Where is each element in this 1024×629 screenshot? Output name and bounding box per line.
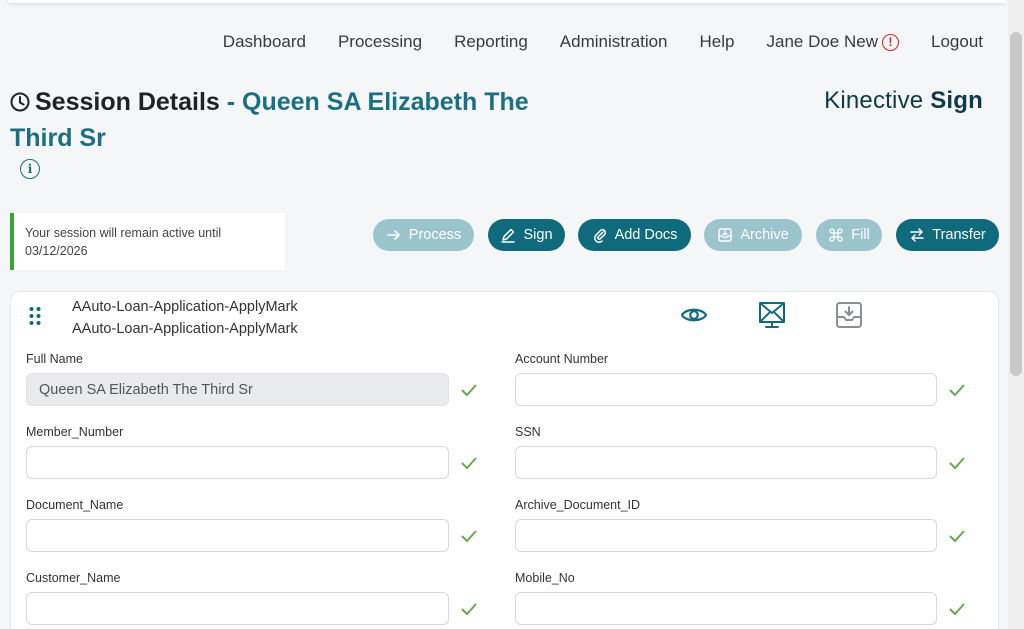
transfer-label: Transfer: [932, 227, 986, 243]
alert-icon: !: [882, 33, 899, 51]
drag-handle-icon[interactable]: [28, 306, 42, 326]
fill-label: Fill: [851, 227, 870, 243]
check-icon: [949, 384, 965, 397]
nav-help[interactable]: Help: [700, 32, 735, 52]
nav-reporting[interactable]: Reporting: [454, 32, 528, 52]
fill-button[interactable]: Fill: [816, 219, 882, 251]
customer-name-label: Customer_Name: [26, 571, 121, 585]
member-number-field[interactable]: [26, 446, 449, 479]
swap-arrows-icon: [910, 228, 925, 242]
nav-dashboard[interactable]: Dashboard: [223, 32, 306, 52]
user-name: Jane Doe New: [766, 32, 878, 51]
add-docs-label: Add Docs: [614, 227, 678, 243]
pen-icon: [501, 228, 516, 243]
nav-administration[interactable]: Administration: [560, 32, 668, 52]
check-icon: [949, 530, 965, 543]
command-icon: [829, 228, 843, 242]
account-number-label: Account Number: [515, 352, 609, 366]
sign-button[interactable]: Sign: [488, 219, 565, 251]
arrow-right-icon: [386, 230, 400, 240]
archive-document-id-field[interactable]: [515, 519, 937, 552]
document-name-field[interactable]: [26, 519, 449, 552]
clock-icon: [10, 92, 30, 112]
document-title: AAuto-Loan-Application-ApplyMark: [72, 299, 298, 315]
archive-document-id-label: Archive_Document_ID: [515, 498, 641, 512]
mobile-no-label: Mobile_No: [515, 571, 575, 585]
check-icon: [461, 457, 477, 470]
brand-bold: Sign: [930, 87, 983, 114]
mobile-no-field[interactable]: [515, 592, 937, 625]
brand-logo: Kinective Sign: [824, 87, 983, 115]
sign-label: Sign: [523, 227, 553, 243]
email-screen-icon[interactable]: [757, 300, 787, 330]
archive-icon: [718, 228, 733, 242]
process-button[interactable]: Process: [373, 219, 474, 251]
customer-name-field[interactable]: [26, 592, 449, 625]
info-icon[interactable]: i: [20, 159, 40, 179]
nav-logout[interactable]: Logout: [931, 32, 983, 52]
check-icon: [949, 603, 965, 616]
full-name-field[interactable]: Queen SA Elizabeth The Third Sr: [26, 373, 449, 406]
full-name-label: Full Name: [26, 352, 83, 366]
add-docs-button[interactable]: Add Docs: [578, 219, 691, 251]
top-bar: [8, 0, 1006, 3]
document-subtitle: AAuto-Loan-Application-ApplyMark: [72, 321, 298, 337]
ssn-field[interactable]: [515, 446, 937, 479]
brand-prefix: Kinective: [824, 87, 931, 114]
title-separator: -: [219, 88, 243, 116]
archive-button[interactable]: Archive: [704, 219, 802, 251]
archive-label: Archive: [740, 227, 789, 243]
nav-user-menu[interactable]: Jane Doe New !: [766, 32, 899, 52]
eye-icon[interactable]: [679, 300, 709, 330]
session-expiry-date: 03/12/2026: [25, 244, 88, 258]
inbox-download-icon[interactable]: [834, 300, 864, 330]
page-title: Session Details - Queen SA Elizabeth The…: [10, 84, 550, 156]
session-timeout-notice: Your session will remain active until 03…: [10, 213, 285, 270]
scrollbar-thumb[interactable]: [1010, 32, 1022, 376]
title-label: Session Details: [35, 88, 220, 116]
paperclip-icon: [593, 228, 606, 243]
session-notice-text: Your session will remain active until: [25, 226, 222, 240]
document-name-label: Document_Name: [26, 498, 124, 512]
process-label: Process: [408, 227, 462, 243]
check-icon: [949, 457, 965, 470]
ssn-label: SSN: [515, 425, 541, 439]
transfer-button[interactable]: Transfer: [896, 219, 999, 251]
check-icon: [461, 384, 477, 397]
check-icon: [461, 603, 477, 616]
nav-processing[interactable]: Processing: [338, 32, 422, 52]
main-nav: Dashboard Processing Reporting Administr…: [191, 32, 983, 52]
account-number-field[interactable]: [515, 373, 937, 406]
check-icon: [461, 530, 477, 543]
member-number-label: Member_Number: [26, 425, 124, 439]
